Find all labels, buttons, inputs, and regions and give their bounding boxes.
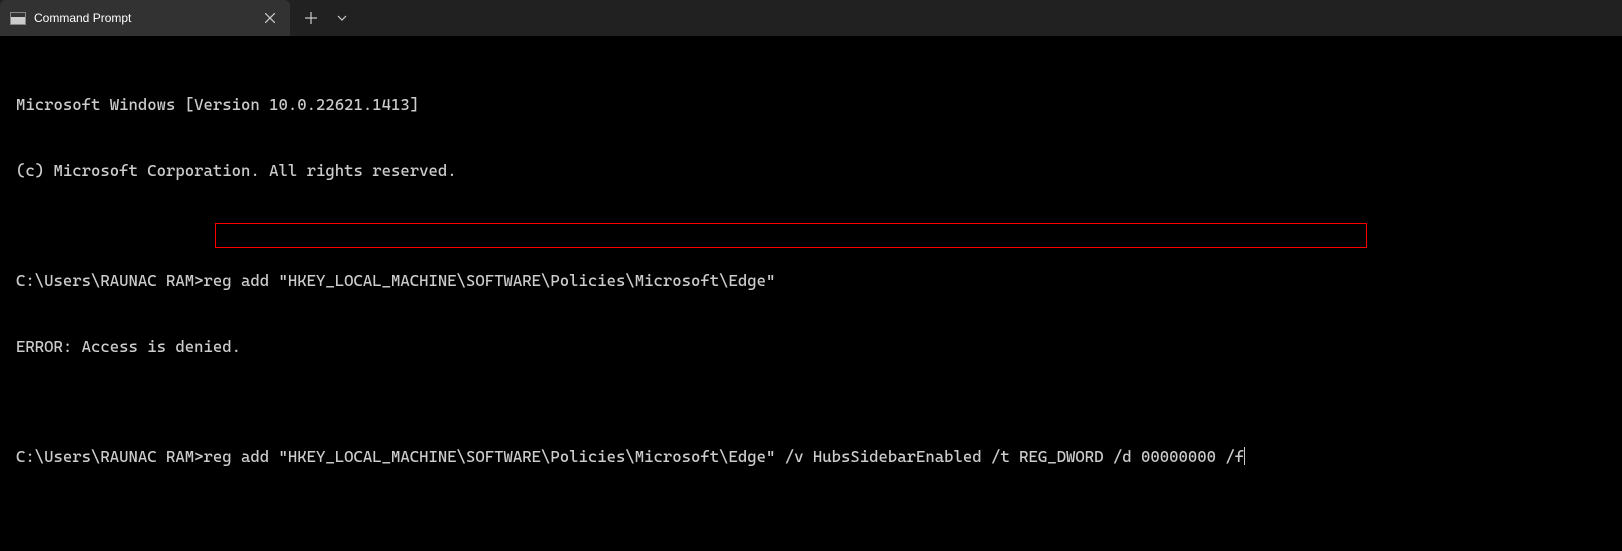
prompt-text: C:\Users\RAUNAC RAM> [16, 447, 204, 466]
prompt-line: C:\Users\RAUNAC RAM>reg add "HKEY_LOCAL_… [16, 446, 1606, 468]
terminal-icon [10, 12, 26, 25]
annotation-highlight [215, 223, 1367, 248]
command-text: reg add "HKEY_LOCAL_MACHINE\SOFTWARE\Pol… [204, 271, 776, 290]
tab-dropdown-button[interactable] [328, 1, 356, 35]
text-cursor [1244, 447, 1245, 465]
chevron-down-icon [337, 15, 347, 21]
plus-icon [305, 12, 317, 24]
output-line: (c) Microsoft Corporation. All rights re… [16, 160, 1606, 182]
output-line: ERROR: Access is denied. [16, 336, 1606, 358]
close-icon [265, 13, 275, 23]
title-bar: Command Prompt [0, 0, 1622, 36]
output-line: Microsoft Windows [Version 10.0.22621.14… [16, 94, 1606, 116]
prompt-text: C:\Users\RAUNAC RAM> [16, 271, 204, 290]
tab-title: Command Prompt [34, 11, 252, 25]
tab-command-prompt[interactable]: Command Prompt [0, 0, 290, 36]
output-line: C:\Users\RAUNAC RAM>reg add "HKEY_LOCAL_… [16, 270, 1606, 292]
close-tab-button[interactable] [260, 8, 280, 28]
command-input-text[interactable]: reg add "HKEY_LOCAL_MACHINE\SOFTWARE\Pol… [204, 447, 1245, 466]
terminal-area[interactable]: Microsoft Windows [Version 10.0.22621.14… [0, 36, 1622, 551]
new-tab-button[interactable] [294, 1, 328, 35]
